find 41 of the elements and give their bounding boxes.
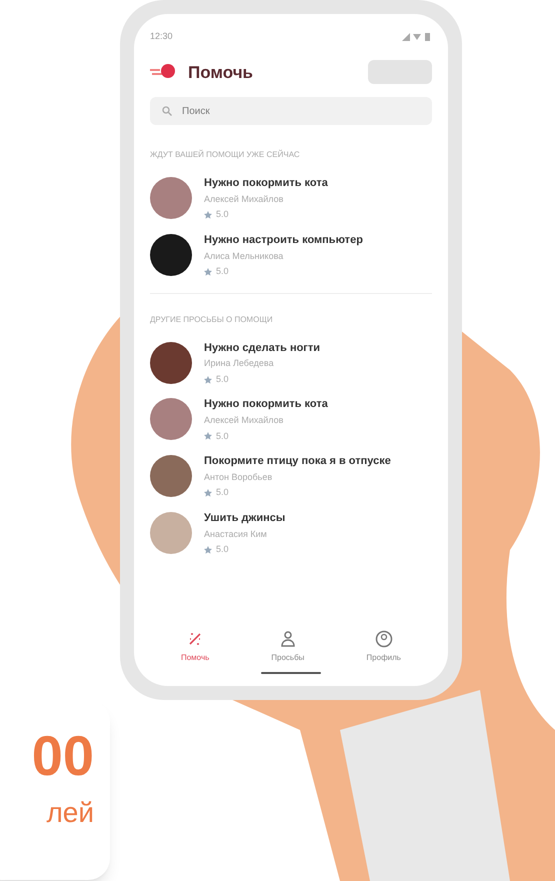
- star-icon: [204, 489, 212, 497]
- home-indicator: [261, 672, 321, 674]
- author-name: Алексей Михайлов: [204, 192, 284, 206]
- request-title: Нужно покормить кота: [204, 398, 328, 412]
- promo-caption: лей: [46, 796, 94, 830]
- page-title: Помочь: [188, 62, 254, 84]
- nav-tab[interactable]: Просьбы: [271, 630, 304, 664]
- status-icons: [402, 32, 432, 42]
- star-icon: [204, 211, 212, 219]
- rating: 5.0: [216, 430, 229, 442]
- star-icon: [204, 376, 212, 384]
- header-button[interactable]: [368, 60, 432, 84]
- promo-number: 00: [32, 728, 94, 784]
- star-icon: [204, 546, 212, 554]
- author-name: Ирина Лебедева: [204, 357, 275, 370]
- profile-icon: [374, 630, 393, 648]
- author-name: Алексей Михайлов: [204, 414, 284, 427]
- author-name: Антон Воробьев: [204, 470, 274, 484]
- search-field[interactable]: Поиск: [150, 97, 432, 125]
- rating: 5.0: [216, 208, 229, 222]
- rating: 5.0: [216, 372, 229, 386]
- author-name: Анастасия Ким: [204, 528, 268, 540]
- rating: 5.0: [216, 543, 229, 556]
- request-title: Нужно настроить компьютер: [204, 234, 363, 248]
- star-icon: [204, 432, 212, 440]
- status-time: 12:30: [150, 30, 173, 43]
- request-title: Ушить джинсы: [204, 512, 286, 526]
- request-title: Покормите птицу пока я в отпуске: [204, 455, 391, 469]
- request-title: Нужно покормить кота: [204, 177, 328, 191]
- section-heading: ЖДУТ ВАШЕЙ ПОМОЩИ УЖЕ СЕЙЧАС: [150, 150, 300, 159]
- section-heading: ДРУГИЕ ПРОСЬБЫ О ПОМОЩИ: [150, 314, 273, 324]
- nav-tab[interactable]: Помочь: [180, 630, 210, 664]
- search-icon: [162, 106, 172, 116]
- request-title: Нужно сделать ногти: [204, 342, 320, 356]
- star-icon: [204, 268, 212, 276]
- author-name: Алиса Мельникова: [204, 250, 284, 262]
- rating: 5.0: [216, 486, 229, 500]
- person-icon: [278, 630, 297, 648]
- logo-icon: [150, 64, 176, 80]
- nav-tab[interactable]: Профиль: [366, 630, 401, 664]
- rating: 5.0: [216, 265, 229, 278]
